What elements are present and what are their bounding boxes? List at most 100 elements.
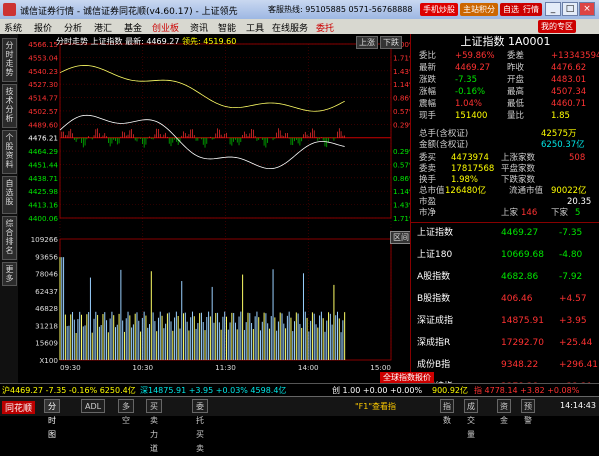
- quote-label: 量比: [507, 111, 525, 121]
- index-row[interactable]: B股指数 406.46 +4.57: [411, 294, 599, 308]
- pe-label: 市盈: [419, 197, 437, 207]
- index-value: 17292.70: [501, 338, 544, 348]
- quote-value: 4483.01: [551, 75, 587, 85]
- bottom-tab[interactable]: 委托买卖: [192, 399, 208, 453]
- sell-vol-value: 17817568: [451, 164, 495, 174]
- index-row[interactable]: A股指数 4682.86 -7.92: [411, 272, 599, 286]
- close-button[interactable]: ×: [579, 2, 595, 16]
- bottom-tab[interactable]: ADL: [81, 399, 106, 413]
- time-tick-label: 09:30: [60, 363, 81, 372]
- circ-cap-value: 90022亿: [551, 186, 587, 196]
- maximize-button[interactable]: □: [562, 2, 578, 16]
- quote-label: 现手: [419, 111, 437, 121]
- pb-label: 市净: [419, 208, 437, 218]
- turnover-value: 1.98%: [451, 175, 479, 185]
- bottom-right-tab[interactable]: 预警: [521, 399, 535, 425]
- index-row[interactable]: 上证180 10669.68 -4.80: [411, 250, 599, 264]
- index-name: 上证指数: [417, 228, 454, 238]
- rise-button[interactable]: 上涨: [356, 36, 378, 49]
- menu-tools[interactable]: 工具: [246, 21, 264, 34]
- bottom-tab[interactable]: 多空: [118, 399, 134, 425]
- index-row[interactable]: 深成指R 17292.70 +25.44: [411, 338, 599, 352]
- latest-label: 最新:: [125, 37, 144, 46]
- self-button[interactable]: 自选: [500, 3, 522, 16]
- up-count-value: 146: [521, 208, 538, 218]
- lead-value: 4519.60: [203, 37, 237, 46]
- index-row[interactable]: 成份B指 9348.22 +296.41: [411, 360, 599, 374]
- title-bar: 诚信证券行情 - 诚信证券同花顺(v4.60.17) - 上证领先 客服热线: …: [0, 0, 599, 19]
- lead-label: 领先:: [181, 37, 201, 46]
- chart-svg[interactable]: 4566.15 4553.04 4540.23 4527.30 4514.77 4502.…: [18, 34, 416, 398]
- bottom-right-tab[interactable]: 成交量: [464, 399, 478, 439]
- index-name: A股指数: [417, 272, 451, 282]
- pct-tick-label: 0.86%: [393, 174, 410, 183]
- menu-gem[interactable]: 创业板: [152, 21, 179, 34]
- menu-fund[interactable]: 基金: [124, 21, 142, 34]
- menu-system[interactable]: 系统: [4, 21, 22, 34]
- tab-ranking[interactable]: 综合排名: [2, 216, 17, 260]
- quote-value: -0.16%: [455, 87, 486, 97]
- pct-tick-label: 1.71%: [393, 53, 410, 62]
- price-tick-label: 4502.57: [28, 107, 58, 116]
- menu-news[interactable]: 资讯: [190, 21, 208, 34]
- menu-online[interactable]: 在线服务: [272, 21, 308, 34]
- total-hand-label: 总手(含权证): [419, 129, 469, 139]
- bottom-tab[interactable]: 买卖力道: [146, 399, 162, 453]
- down-label: 下跌家数: [501, 175, 536, 185]
- cap-label: 总市值: [419, 186, 445, 196]
- bottom-right-tab[interactable]: 指数: [440, 399, 454, 425]
- mobile-trade-button[interactable]: 手机炒股: [420, 3, 458, 16]
- menu-smart[interactable]: 智能: [218, 21, 236, 34]
- minimize-button[interactable]: _: [545, 2, 561, 16]
- tab-intraday[interactable]: 分时走势: [2, 38, 17, 82]
- tab-profile[interactable]: 个股资料: [2, 130, 17, 174]
- global-index-tab[interactable]: 全球指数报价: [380, 372, 434, 383]
- hotline-text: 客服热线: 95105885 0571-56768888: [268, 5, 413, 14]
- quote-value: 4469.27: [455, 63, 491, 73]
- status-sz: 深14875.91 +3.95 +0.03% 4598.4亿: [140, 386, 287, 395]
- index-row[interactable]: 深证成指 14875.91 +3.95: [411, 316, 599, 330]
- status-other: 900.92亿: [432, 386, 468, 395]
- menu-order[interactable]: 委托: [316, 21, 334, 34]
- fall-button[interactable]: 下跌: [380, 36, 402, 49]
- pct-tick-label: 0.57%: [393, 160, 410, 169]
- index-name: 成份B指: [417, 360, 451, 370]
- index-change: +25.44: [559, 338, 593, 348]
- tab-technical[interactable]: 技术分析: [2, 84, 17, 128]
- bottom-right-tab[interactable]: 资金: [497, 399, 511, 425]
- index-value: 9348.22: [501, 360, 539, 370]
- pct-tick-label: 0.29%: [393, 147, 410, 156]
- menu-hk[interactable]: 港汇: [94, 21, 112, 34]
- tab-more[interactable]: 更多: [2, 262, 17, 286]
- menu-analysis[interactable]: 分析: [64, 21, 82, 34]
- index-value: 14875.91: [501, 316, 544, 326]
- quote-label: 最低: [507, 99, 525, 109]
- index-value: 4469.27: [501, 228, 539, 238]
- tab-watchlist[interactable]: 自选股: [2, 176, 17, 214]
- price-tick-label: 4413.16: [28, 201, 58, 210]
- my-zone-button[interactable]: 我的专区: [538, 20, 576, 33]
- bottom-tab[interactable]: 分时图: [44, 399, 60, 439]
- quote-row: 涨幅 -0.16% 最高 4507.34: [411, 87, 599, 98]
- time-tick-label: 10:30: [132, 363, 153, 372]
- status-cy: 创 1.00 +0.00 +0.00%: [332, 386, 423, 395]
- pct-tick-label: 1.71%: [393, 214, 410, 223]
- index-row[interactable]: 上证指数 4469.27 -7.35: [411, 228, 599, 242]
- time-tick-label: 11:30: [215, 363, 236, 372]
- price-tick-label: 4514.77: [28, 94, 58, 103]
- quote-label: 委差: [507, 51, 525, 61]
- clock: 14:14:43: [560, 401, 596, 410]
- market-button[interactable]: 行情: [520, 3, 542, 16]
- points-button[interactable]: 主站积分: [460, 3, 498, 16]
- pct-tick-label: 1.43%: [393, 201, 410, 210]
- range-button[interactable]: 区间: [390, 231, 412, 244]
- cap-value: 126480亿: [445, 186, 486, 196]
- index-change: -7.35: [559, 228, 583, 238]
- menu-quote[interactable]: 报价: [34, 21, 52, 34]
- quote-panel: 上证指数 1A0001 委比 +59.86% 委差 +13343594 最新 4469.2…: [410, 34, 599, 398]
- chart-mode: 分时走势: [56, 37, 88, 46]
- brand-label: 同花顺: [2, 401, 36, 414]
- intraday-chart[interactable]: 4566.15 4553.04 4540.23 4527.30 4514.77 4502.…: [18, 34, 416, 398]
- quote-row: 最新 4469.27 昨收 4476.62: [411, 63, 599, 74]
- price-tick-label: 4400.06: [28, 214, 58, 223]
